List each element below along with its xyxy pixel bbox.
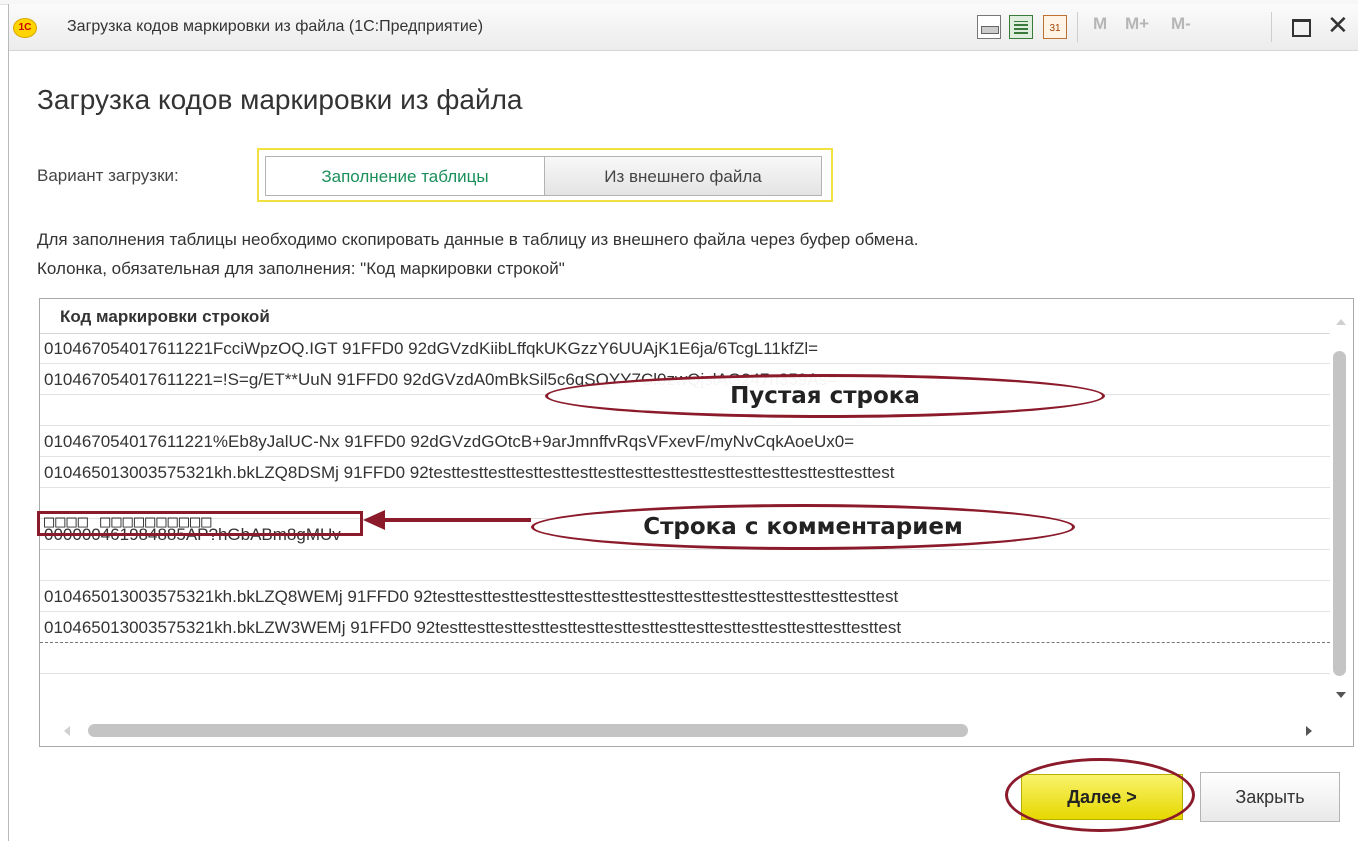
table-row[interactable]: [40, 550, 1330, 581]
scroll-right-icon[interactable]: [1306, 726, 1312, 736]
hint-text: Для заполнения таблицы необходимо скопир…: [37, 230, 919, 249]
table-row[interactable]: 010465013003575321kh.bkLZW3WEMj 91FFD0 9…: [40, 612, 1330, 643]
horizontal-scrollbar[interactable]: [40, 717, 1352, 745]
window-title: Загрузка кодов маркировки из файла (1С:П…: [67, 18, 484, 35]
table-row[interactable]: 010465013003575321kh.bkLZQ8WEMj 91FFD0 9…: [40, 581, 1330, 612]
variant-option-fill-table[interactable]: Заполнение таблицы: [265, 156, 545, 196]
form-title: Загрузка кодов маркировки из файла: [37, 84, 523, 115]
maximize-icon[interactable]: [1292, 19, 1311, 37]
close-button[interactable]: Закрыть: [1200, 772, 1340, 822]
row-cell: 010465013003575321kh.bkLZW3WEMj 91FFD0 9…: [44, 618, 902, 637]
table-row[interactable]: [40, 643, 1330, 674]
close-icon[interactable]: ✕: [1327, 10, 1349, 41]
variant-switch: Заполнение таблицы Из внешнего файла: [257, 148, 833, 202]
memory-m-minus-button[interactable]: M-: [1171, 14, 1191, 34]
table-row[interactable]: 010467054017611221%Eb8yJalUC-Nx 91FFD0 9…: [40, 426, 1330, 457]
table-row[interactable]: 010465013003575321kh.bkLZQ8DSMj 91FFD0 9…: [40, 457, 1330, 488]
memory-m-button[interactable]: M: [1093, 14, 1107, 34]
variant-option-external-file[interactable]: Из внешнего файла: [544, 156, 822, 196]
vertical-scroll-thumb[interactable]: [1333, 351, 1346, 676]
comment-row-text: □□□□ □□□□□□□□□□: [44, 512, 213, 532]
next-button[interactable]: Далее >: [1021, 774, 1183, 820]
annotation-empty-row: Пустая строка: [545, 374, 1105, 418]
row-cell: 010465013003575321kh.bkLZQ8DSMj 91FFD0 9…: [44, 463, 895, 482]
annotation-comment-box: □□□□ □□□□□□□□□□: [37, 511, 363, 536]
row-cell: 010465013003575321kh.bkLZQ8WEMj 91FFD0 9…: [44, 587, 899, 606]
table-header[interactable]: Код маркировки строкой: [40, 299, 1330, 334]
required-column-hint: Колонка, обязательная для заполнения: "К…: [37, 259, 565, 278]
annotation-comment-row: Строка с комментарием: [531, 504, 1075, 550]
memory-m-plus-button[interactable]: M+: [1125, 14, 1149, 34]
column-header-code: Код маркировки строкой: [60, 307, 270, 326]
toolbar-separator: [1271, 12, 1272, 42]
row-cell: 010467054017611221FcciWpzOQ.IGT 91FFD0 9…: [44, 339, 819, 358]
print-icon[interactable]: [977, 15, 1001, 39]
horizontal-scroll-thumb[interactable]: [88, 724, 968, 737]
title-bar[interactable]: 1С Загрузка кодов маркировки из файла (1…: [9, 4, 1358, 51]
variant-label: Вариант загрузки:: [37, 166, 179, 185]
annotation-arrow-line: [381, 518, 531, 522]
calendar-icon[interactable]: 31: [1043, 15, 1067, 39]
dialog-window: 1С Загрузка кодов маркировки из файла (1…: [8, 4, 1358, 841]
table-row[interactable]: 010467054017611221FcciWpzOQ.IGT 91FFD0 9…: [40, 333, 1330, 364]
vertical-scrollbar[interactable]: [1330, 299, 1352, 699]
scroll-up-icon[interactable]: [1336, 319, 1346, 325]
row-cell: 010467054017611221%Eb8yJalUC-Nx 91FFD0 9…: [44, 432, 855, 451]
scroll-down-icon[interactable]: [1336, 692, 1346, 698]
toolbar-separator: [1077, 12, 1078, 42]
scroll-left-icon[interactable]: [64, 726, 70, 736]
1c-logo-icon: 1С: [13, 18, 37, 38]
calculator-icon[interactable]: [1009, 15, 1033, 39]
